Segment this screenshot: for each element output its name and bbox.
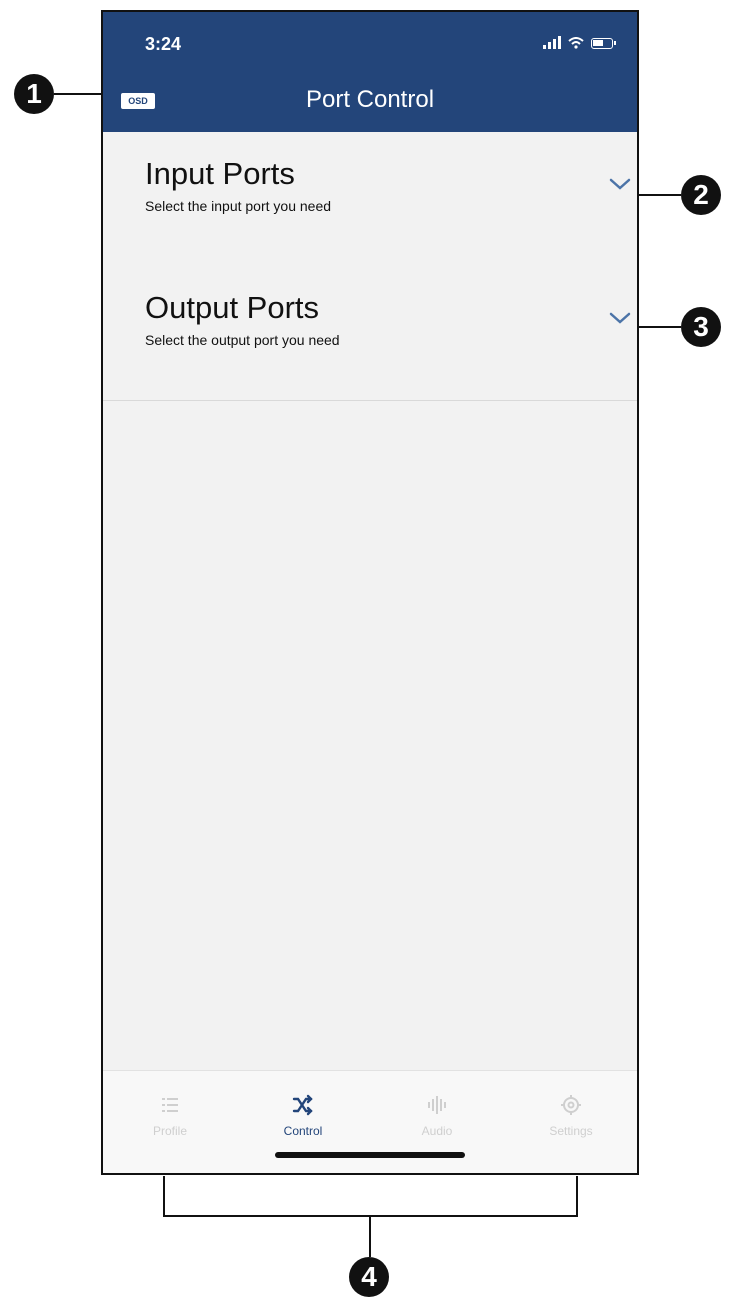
- tab-profile[interactable]: Profile: [110, 1093, 230, 1138]
- output-ports-section[interactable]: Output Ports Select the output port you …: [103, 266, 637, 401]
- shuffle-icon: [292, 1094, 313, 1116]
- callout-4-bracket-left: [163, 1176, 165, 1217]
- callout-2: 2: [681, 175, 721, 215]
- callout-1-line: [54, 93, 102, 95]
- page-title: Port Control: [305, 86, 435, 113]
- callout-3-line: [632, 326, 681, 328]
- section-title: Input Ports: [145, 156, 295, 191]
- chevron-down-icon[interactable]: [608, 306, 632, 330]
- tab-audio[interactable]: Audio: [377, 1093, 497, 1138]
- input-ports-section[interactable]: Input Ports Select the input port you ne…: [103, 132, 637, 267]
- callout-3: 3: [681, 307, 721, 347]
- battery-icon: [591, 38, 616, 49]
- phone-screen: 3:24 OSD Port Control Input Ports Select…: [101, 10, 639, 1175]
- wifi-icon: [568, 37, 584, 49]
- chevron-down-icon[interactable]: [608, 172, 632, 196]
- tab-label: Control: [283, 1124, 323, 1138]
- header-bar: 3:24 OSD Port Control: [103, 12, 637, 132]
- list-icon: [162, 1098, 178, 1112]
- audio-wave-icon: [428, 1096, 446, 1114]
- tab-bar: Profile Control Audio Settings: [103, 1070, 637, 1173]
- signal-icon: [543, 36, 561, 49]
- tab-control[interactable]: Control: [243, 1093, 363, 1138]
- section-subtitle: Select the input port you need: [145, 198, 332, 214]
- callout-1: 1: [14, 74, 54, 114]
- section-title: Output Ports: [145, 290, 320, 325]
- gear-icon: [561, 1095, 581, 1115]
- tab-label: Settings: [549, 1124, 593, 1138]
- home-indicator[interactable]: [275, 1152, 465, 1158]
- callout-4-bracket-right: [576, 1176, 578, 1217]
- callout-2-line: [632, 194, 681, 196]
- tab-settings[interactable]: Settings: [511, 1093, 631, 1138]
- callout-4-stem: [369, 1215, 371, 1257]
- section-subtitle: Select the output port you need: [145, 332, 340, 348]
- callout-4: 4: [349, 1257, 389, 1297]
- status-icons: [543, 36, 616, 49]
- tab-label: Profile: [152, 1124, 187, 1138]
- status-time: 3:24: [145, 34, 182, 54]
- tab-label: Audio: [421, 1124, 453, 1138]
